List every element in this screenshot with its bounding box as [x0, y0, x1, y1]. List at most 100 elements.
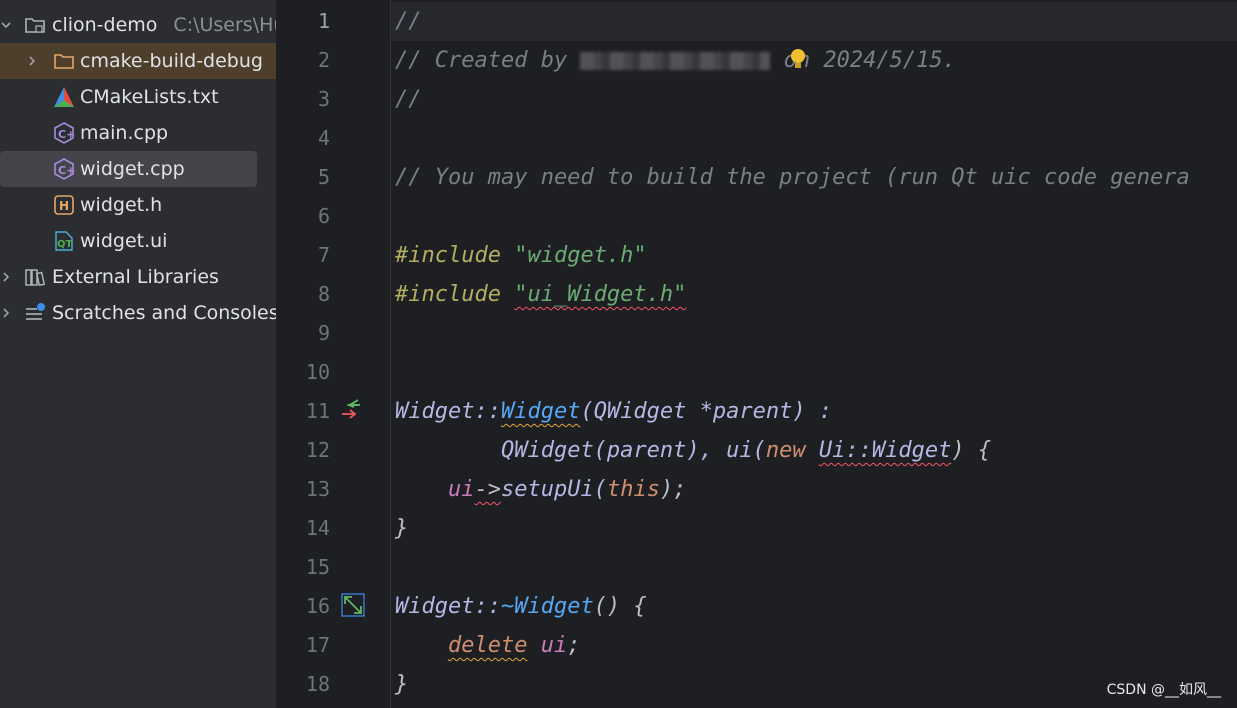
punctuation: ) {	[951, 438, 992, 463]
chevron-right-icon[interactable]	[0, 307, 12, 319]
line-number: 10	[305, 360, 330, 384]
tree-item-cmake-build-debug[interactable]: cmake-build-debug	[0, 43, 276, 79]
project-tree: clion-demo C:\Users\Hu cmake-build-debug …	[0, 0, 276, 708]
code-line-16[interactable]: Widget::~Widget() {	[395, 587, 647, 626]
tree-item-main-cpp[interactable]: C+ main.cpp	[0, 115, 276, 151]
code-line-8[interactable]: #include "ui_Widget.h"	[395, 275, 686, 314]
line-number: 5	[317, 165, 330, 189]
line-number: 14	[305, 516, 330, 540]
line-number: 7	[317, 243, 330, 267]
arrow-operator: ->	[474, 477, 501, 502]
gutter-separator	[390, 0, 391, 708]
navigate-to-declaration-icon[interactable]	[340, 396, 366, 422]
line-number: 6	[317, 204, 330, 228]
comment: //	[395, 87, 422, 112]
method-call: setupUi(	[500, 477, 607, 502]
tree-root-clion-demo[interactable]: clion-demo C:\Users\Hu	[0, 7, 276, 43]
code-line-14[interactable]: }	[395, 509, 408, 548]
ui-namespace-type: Ui::Widget	[818, 438, 952, 463]
gutter: 1 2 3 4 5 6 7 8 9 10 11 12 13 14 15 16 1…	[276, 0, 390, 708]
punctuation: ;	[567, 633, 581, 658]
cmake-icon	[53, 86, 75, 108]
redacted-author-name	[580, 52, 771, 70]
tree-item-label: External Libraries	[52, 266, 219, 288]
comment: // You may need to build the project (ru…	[395, 165, 1190, 190]
lightbulb-icon[interactable]	[788, 47, 808, 75]
watermark: CSDN @__如风__	[1106, 682, 1221, 698]
folder-icon	[53, 50, 75, 72]
override-method-icon[interactable]	[341, 593, 365, 617]
code-editor[interactable]: 1 2 3 4 5 6 7 8 9 10 11 12 13 14 15 16 1…	[276, 0, 1237, 708]
line-number: 4	[317, 126, 330, 150]
include-path: "widget.h"	[514, 243, 647, 268]
library-icon	[24, 266, 46, 288]
tree-item-widget-ui[interactable]: QT widget.ui	[0, 223, 276, 259]
comment: //	[395, 9, 422, 34]
tree-item-label: CMakeLists.txt	[80, 86, 219, 108]
qt-ui-file-icon: QT	[53, 230, 75, 252]
line-number: 18	[305, 672, 330, 696]
comment: // Created by	[395, 48, 581, 73]
code-line-18[interactable]: }	[395, 665, 408, 704]
line-number: 15	[305, 555, 330, 579]
tree-item-scratches-and-consoles[interactable]: Scratches and Consoles	[0, 295, 276, 331]
line-number: 1	[317, 9, 330, 33]
scratches-icon	[24, 302, 46, 324]
member-ui: ui	[447, 477, 475, 502]
code-line-17[interactable]: delete ui;	[395, 626, 580, 665]
preprocessor-directive: #include	[395, 282, 501, 307]
keyword-delete: delete	[447, 633, 528, 658]
svg-text:C+: C+	[58, 128, 75, 141]
current-line-highlight	[391, 2, 1237, 41]
code-line-11[interactable]: Widget::Widget(QWidget *parent) :	[395, 392, 832, 431]
member-ui: ui	[540, 633, 568, 658]
line-number: 12	[305, 438, 330, 462]
chevron-right-icon[interactable]	[26, 55, 38, 67]
code-line-7[interactable]: #include "widget.h"	[395, 236, 647, 275]
code-line-5[interactable]: // You may need to build the project (ru…	[395, 158, 1190, 197]
tree-item-label: widget.cpp	[80, 158, 185, 180]
code-line-2[interactable]: // Created by on 2024/5/15.	[395, 41, 956, 80]
chevron-down-icon[interactable]	[0, 19, 12, 31]
tree-item-cmakelists[interactable]: CMakeLists.txt	[0, 79, 276, 115]
closing-brace: }	[395, 516, 409, 541]
punctuation: () {	[593, 594, 647, 619]
include-path-error: "ui_Widget.h"	[514, 282, 687, 307]
chevron-right-icon[interactable]	[0, 271, 12, 283]
cpp-file-icon: C+	[53, 158, 75, 180]
tree-item-label: main.cpp	[80, 122, 169, 144]
constructor-name: Widget	[500, 399, 581, 424]
line-number: 9	[317, 321, 330, 345]
initializer-list: QWidget(parent), ui(	[500, 438, 766, 463]
line-number: 16	[305, 594, 330, 618]
parameter-list: (QWidget *parent) :	[580, 399, 833, 424]
destructor-name: ~Widget	[500, 594, 594, 619]
closing-brace: }	[395, 672, 409, 697]
svg-text:H: H	[59, 199, 69, 213]
code-line-1[interactable]: //	[395, 2, 422, 41]
line-number: 8	[317, 282, 330, 306]
line-number: 17	[305, 633, 330, 657]
header-file-icon: H	[53, 194, 75, 216]
tree-item-label: cmake-build-debug	[80, 50, 263, 72]
line-number: 13	[305, 477, 330, 501]
tree-item-label: Scratches and Consoles	[52, 302, 276, 324]
project-folder-icon	[24, 14, 46, 36]
class-scope: Widget::	[395, 399, 501, 424]
keyword-new: new	[765, 438, 806, 463]
code-line-12[interactable]: QWidget(parent), ui(new Ui::Widget) {	[395, 431, 991, 470]
class-scope: Widget::	[395, 594, 501, 619]
tree-item-widget-cpp[interactable]: C+ widget.cpp	[0, 151, 257, 187]
svg-text:QT: QT	[57, 239, 73, 250]
tree-item-external-libraries[interactable]: External Libraries	[0, 259, 276, 295]
project-path: C:\Users\Hu	[173, 14, 276, 36]
cpp-file-icon: C+	[53, 122, 75, 144]
project-name: clion-demo	[52, 14, 158, 36]
code-line-3[interactable]: //	[395, 80, 422, 119]
punctuation: );	[659, 477, 687, 502]
line-number: 2	[317, 48, 330, 72]
tree-item-widget-h[interactable]: H widget.h	[0, 187, 276, 223]
tree-item-label: widget.h	[80, 194, 163, 216]
line-number: 3	[317, 87, 330, 111]
code-line-13[interactable]: ui->setupUi(this);	[395, 470, 686, 509]
